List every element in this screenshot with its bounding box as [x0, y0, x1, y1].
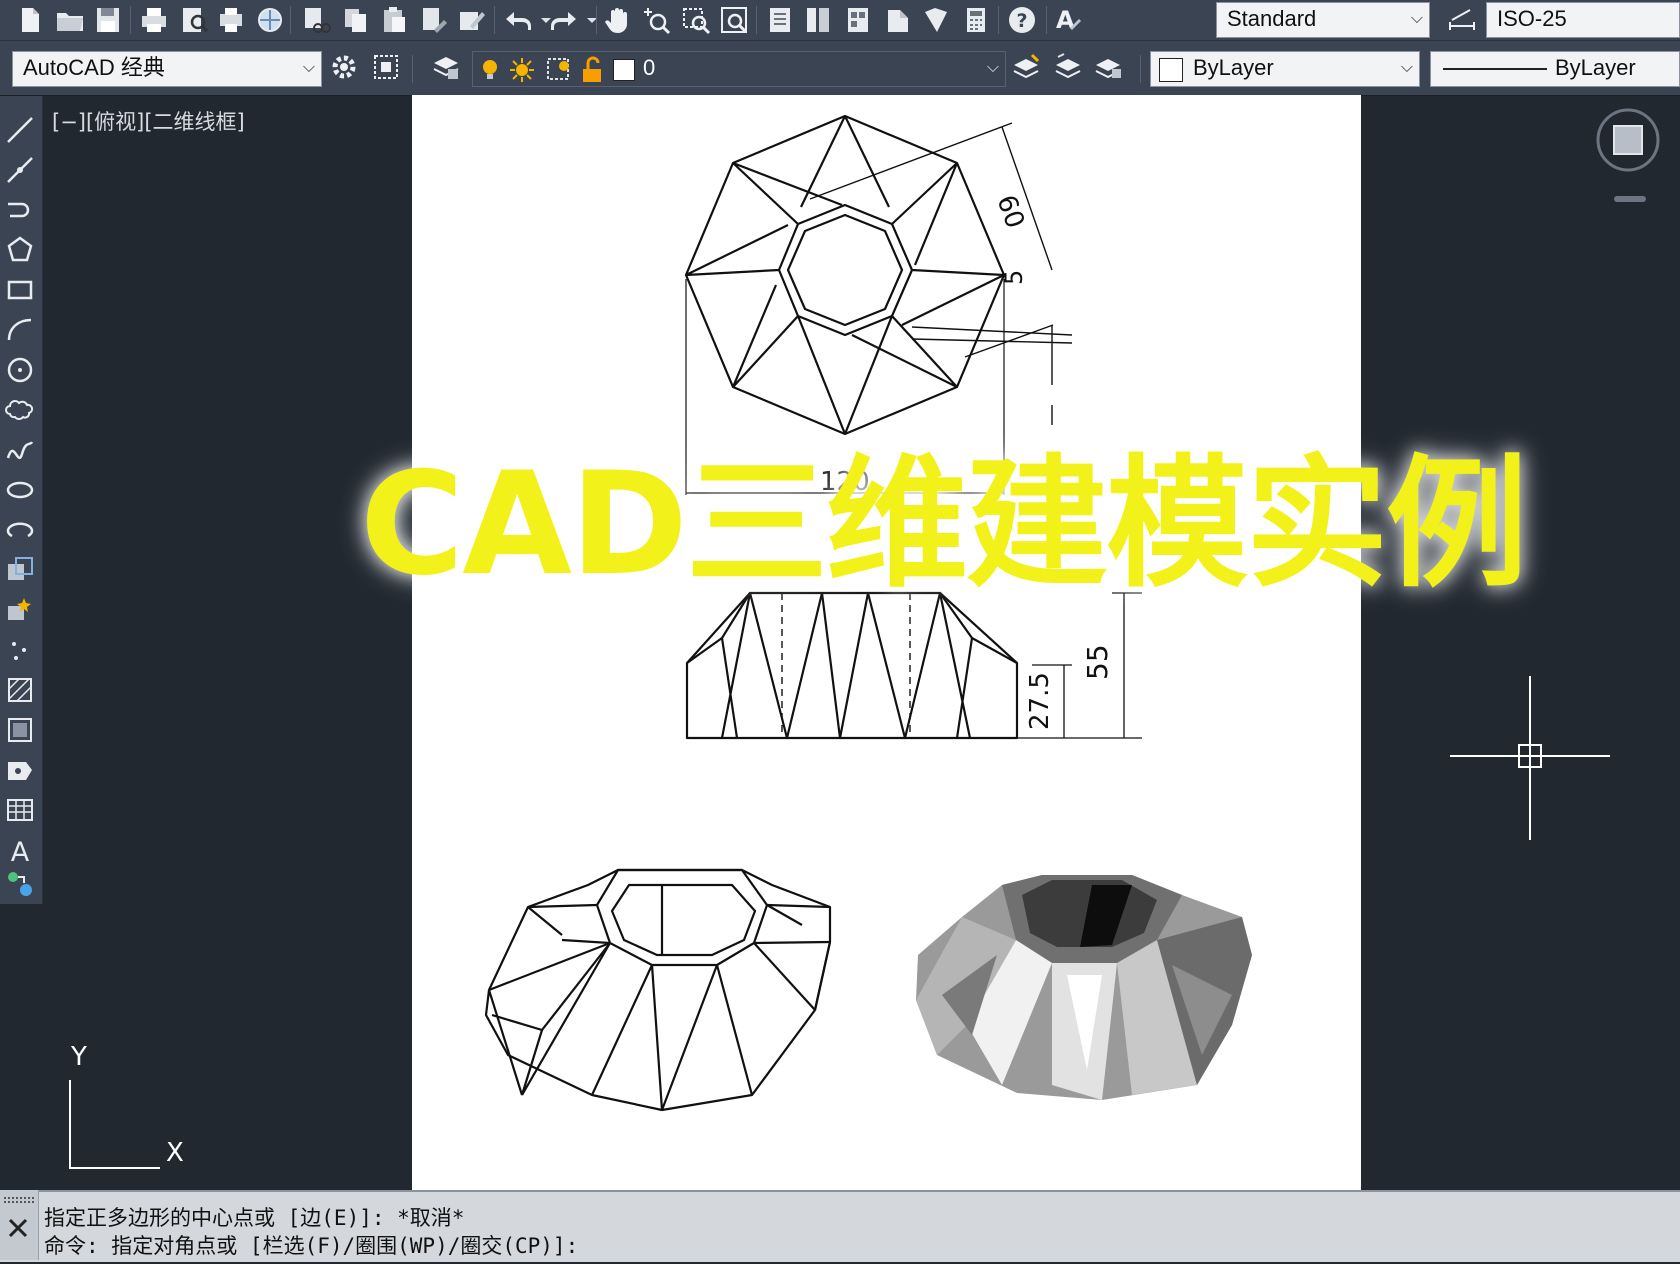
close-icon[interactable]: [0, 1190, 38, 1260]
multiline-text-icon[interactable]: A: [4, 834, 36, 866]
plot-icon[interactable]: [138, 4, 170, 36]
layer-on-bulb-icon[interactable]: [479, 58, 501, 91]
dimension-27-5-text: 27.5: [1025, 672, 1055, 730]
match-properties-icon[interactable]: [418, 4, 450, 36]
autocad-window: ? A Standard ⌵ ISO-25 AutoCAD 经典 ⌵ 0 ⌵ ByL…: [0, 0, 1680, 1262]
new-file-icon[interactable]: [14, 4, 46, 36]
ucs-x-label: X: [166, 1138, 184, 1168]
technical-drawing: 60 5 120 55 27.5: [484, 114, 1252, 1112]
linetype-preview-line: [1443, 68, 1547, 70]
layer-unlock-icon[interactable]: [579, 56, 605, 93]
zoom-realtime-icon[interactable]: [640, 4, 672, 36]
linetype-value: ByLayer: [1555, 55, 1636, 80]
layer-previous-icon[interactable]: [1052, 51, 1084, 83]
text-style-icon[interactable]: A: [1052, 4, 1084, 36]
customize-icon[interactable]: [370, 51, 402, 83]
layer-color-swatch: [613, 59, 635, 81]
layer-name: 0: [643, 55, 656, 80]
workspace-select[interactable]: AutoCAD 经典 ⌵: [12, 51, 322, 87]
svg-text:?: ?: [1016, 10, 1027, 32]
dimension-55-text: 55: [1081, 644, 1114, 680]
text-style-select[interactable]: Standard ⌵: [1216, 2, 1430, 38]
workspace-settings-gear-icon[interactable]: [328, 51, 360, 83]
layer-thaw-sun-icon[interactable]: [509, 56, 535, 93]
polyline-tool-icon[interactable]: [4, 194, 36, 226]
gradient-tool-icon[interactable]: [4, 714, 36, 746]
viewport-label[interactable]: [−][俯视][二维线框]: [52, 106, 245, 136]
save-icon[interactable]: [92, 4, 124, 36]
color-control-select[interactable]: ByLayer ⌵: [1150, 51, 1420, 87]
chevron-down-icon: ⌵: [1410, 10, 1423, 27]
text-style-value: Standard: [1227, 6, 1317, 31]
polygon-tool-icon[interactable]: [4, 234, 36, 266]
make-current-layer-icon[interactable]: [1010, 51, 1042, 83]
markup-set-icon[interactable]: [920, 4, 952, 36]
publish-icon[interactable]: [216, 4, 248, 36]
revision-cloud-icon[interactable]: [4, 394, 36, 426]
circle-tool-icon[interactable]: [4, 354, 36, 386]
chevron-down-icon: ⌵: [1400, 59, 1413, 76]
design-center-icon[interactable]: [802, 4, 834, 36]
block-editor-icon[interactable]: [456, 4, 488, 36]
color-value: ByLayer: [1193, 55, 1274, 80]
reference-image-sheet: 60 5 120 55 27.5: [412, 95, 1361, 1190]
layers-toolbar: AutoCAD 经典 ⌵ 0 ⌵ ByLayer ⌵ ByLayer: [0, 41, 1680, 97]
command-window-grip[interactable]: [0, 1190, 39, 1260]
copy-icon[interactable]: [340, 4, 372, 36]
paste-icon[interactable]: [378, 4, 410, 36]
open-folder-icon[interactable]: [54, 4, 86, 36]
sheet-set-icon[interactable]: [882, 4, 914, 36]
arc-tool-icon[interactable]: [4, 314, 36, 346]
chevron-down-icon: ⌵: [302, 59, 315, 76]
tool-palettes-icon[interactable]: [842, 4, 874, 36]
3d-dwf-icon[interactable]: [254, 4, 286, 36]
layer-viewport-freeze-icon[interactable]: [545, 56, 573, 93]
plot-preview-icon[interactable]: [178, 4, 210, 36]
ucs-y-label: Y: [71, 1042, 87, 1072]
hatch-tool-icon[interactable]: [4, 674, 36, 706]
point-tool-icon[interactable]: [4, 634, 36, 666]
viewcube-icon[interactable]: [1590, 104, 1670, 204]
undo-dropdown-icon[interactable]: [530, 4, 551, 36]
construction-line-icon[interactable]: [4, 154, 36, 186]
linetype-control-select[interactable]: ByLayer: [1430, 51, 1680, 87]
draw-toolbar: A: [0, 96, 43, 904]
ellipse-tool-icon[interactable]: [4, 474, 36, 506]
ellipse-arc-icon[interactable]: [4, 514, 36, 546]
rectangle-tool-icon[interactable]: [4, 274, 36, 306]
crosshair-cursor-icon: [1450, 676, 1610, 840]
dimension-style-icon[interactable]: [1446, 4, 1478, 36]
insert-block-icon[interactable]: [4, 554, 36, 586]
layer-select[interactable]: 0 ⌵: [472, 51, 1006, 87]
command-history-line: 指定正多边形的中心点或 [边(E)]: *取消*: [44, 1206, 465, 1230]
cut-icon[interactable]: [300, 4, 332, 36]
zoom-previous-icon[interactable]: [718, 4, 750, 36]
command-prompt-line[interactable]: 命令: 指定对角点或 [栏选(F)/圈围(WP)/圈交(CP)]:: [44, 1230, 578, 1260]
color-swatch: [1159, 58, 1183, 82]
line-tool-icon[interactable]: [4, 114, 36, 146]
layer-properties-icon[interactable]: [430, 51, 462, 83]
spline-tool-icon[interactable]: [4, 434, 36, 466]
table-tool-icon[interactable]: [4, 794, 36, 826]
dimension-style-select[interactable]: ISO-25: [1486, 2, 1680, 38]
quickcalc-icon[interactable]: [960, 4, 992, 36]
help-icon[interactable]: ?: [1006, 4, 1038, 36]
layer-states-icon[interactable]: [1092, 51, 1124, 83]
dimension-5-text: 5: [1000, 270, 1028, 285]
make-block-icon[interactable]: [4, 594, 36, 626]
workspace-value: AutoCAD 经典: [23, 55, 165, 80]
standard-toolbar: ? A Standard ⌵ ISO-25: [0, 0, 1680, 41]
region-tool-icon[interactable]: [4, 754, 36, 786]
add-selected-icon[interactable]: [4, 868, 36, 900]
redo-dropdown-icon[interactable]: [576, 4, 597, 36]
pan-hand-icon[interactable]: [602, 4, 634, 36]
dimension-style-value: ISO-25: [1497, 6, 1567, 31]
properties-icon[interactable]: [764, 4, 796, 36]
svg-text:A: A: [11, 837, 30, 866]
dimension-60-text: 60: [990, 191, 1030, 232]
chevron-down-icon: ⌵: [986, 59, 999, 76]
zoom-window-icon[interactable]: [680, 4, 712, 36]
overlay-title: CAD三维建模实例: [360, 442, 1528, 607]
